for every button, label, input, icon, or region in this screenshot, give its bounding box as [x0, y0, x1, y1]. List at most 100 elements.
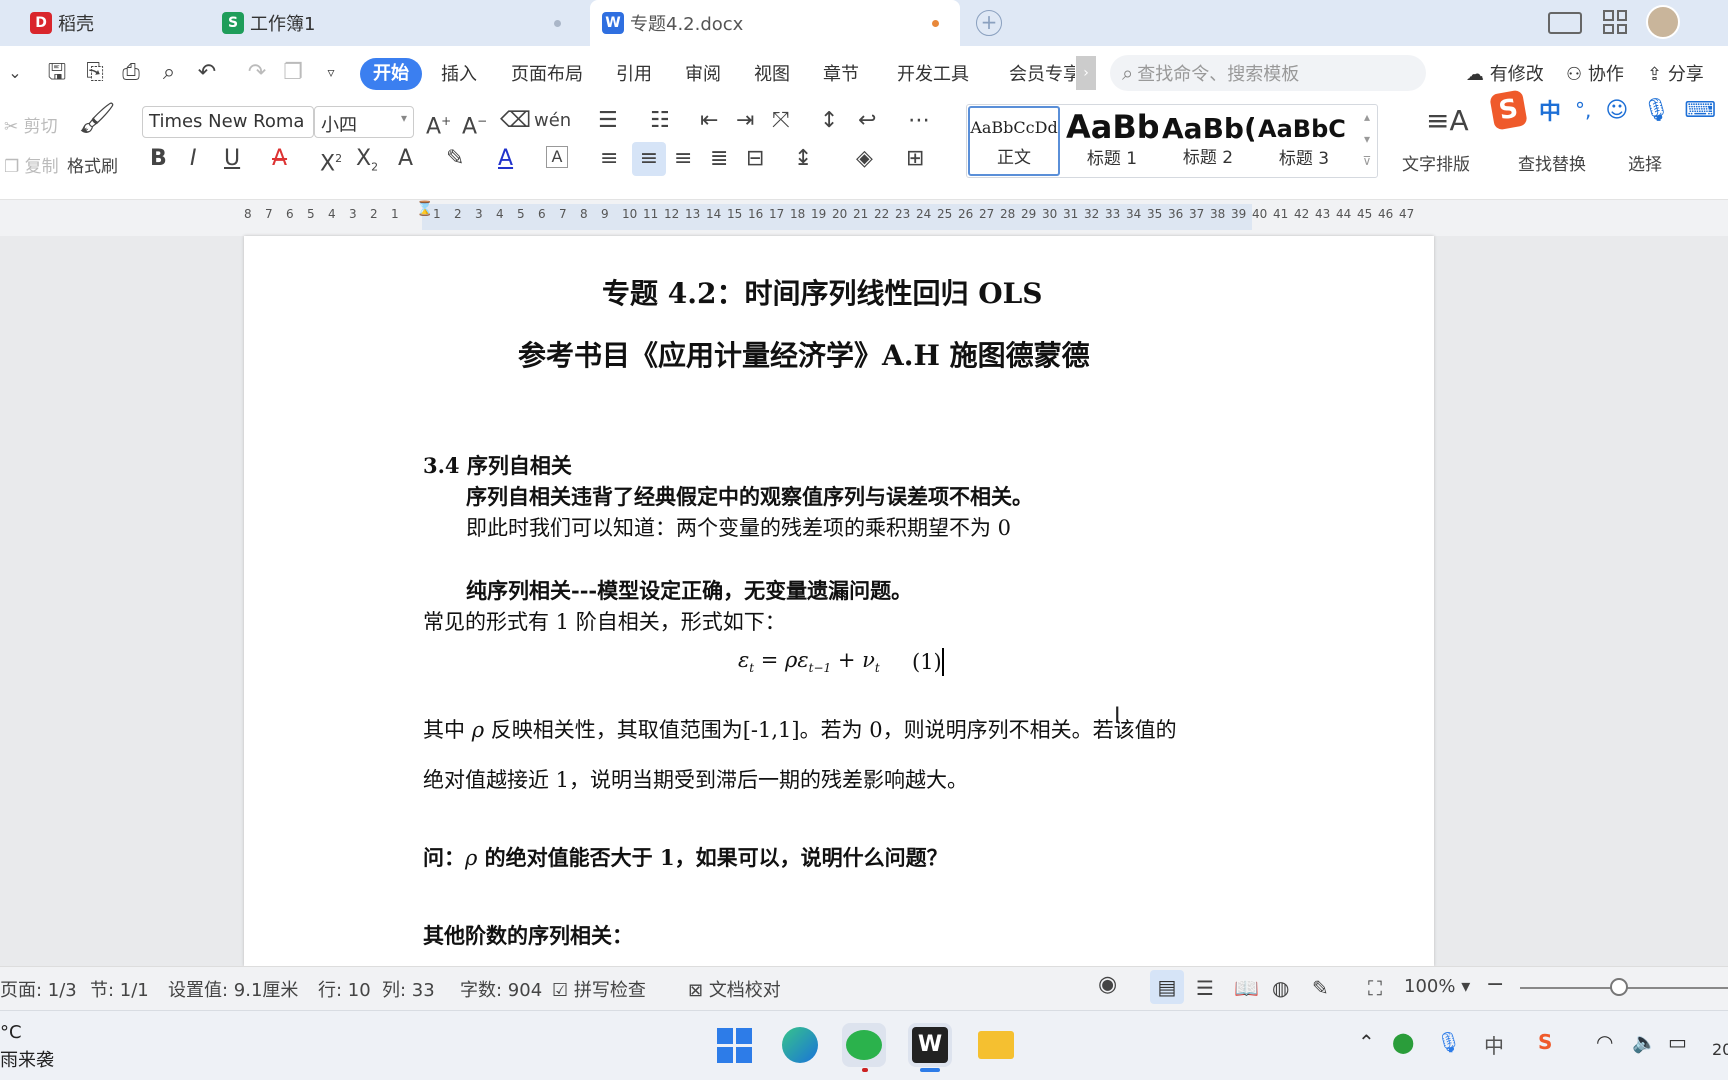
status-setting[interactable]: 设置值: 9.1厘米 [168, 976, 298, 1002]
menu-chapter[interactable]: 章节 [823, 60, 859, 86]
tray-app-icon[interactable]: ⬤ [1392, 1030, 1414, 1054]
format-painter-label[interactable]: 格式刷 [67, 152, 118, 177]
char-border-icon[interactable]: A [546, 146, 568, 168]
font-color-icon[interactable]: A [498, 146, 513, 172]
reading-view-icon[interactable]: 📖 [1234, 976, 1259, 1000]
menu-scroll-right[interactable]: › [1076, 56, 1096, 90]
status-col[interactable]: 列: 33 [382, 976, 435, 1002]
style-heading3[interactable]: AaBbC 标题 3 [1258, 106, 1350, 176]
tab-workbook[interactable]: S 工作簿1 [222, 0, 572, 46]
menu-review[interactable]: 审阅 [685, 60, 721, 86]
menu-home[interactable]: 开始 [360, 58, 422, 90]
styles-scroll[interactable]: ▴ ▾ ⊽ [1358, 106, 1376, 176]
status-words[interactable]: 字数: 904 [460, 976, 542, 1002]
microphone-icon[interactable]: 🎙 [1642, 98, 1670, 123]
text-layout-button[interactable]: 文字排版 [1402, 150, 1470, 175]
highlight-icon[interactable]: ✎ [446, 146, 464, 172]
weather-temp[interactable]: °C [0, 1022, 22, 1043]
page-view-icon[interactable]: ▤ [1150, 970, 1184, 1004]
shading-icon[interactable]: ◈ [856, 146, 873, 172]
new-tab-button[interactable]: + [976, 10, 1002, 36]
export-icon[interactable]: ⎘ [82, 60, 108, 86]
customize-icon[interactable]: ▿ [318, 60, 344, 86]
font-family-select[interactable]: Times New Roma [142, 106, 314, 138]
menu-references[interactable]: 引用 [616, 60, 652, 86]
apps-grid-icon[interactable] [1603, 10, 1627, 34]
zoom-slider-thumb[interactable] [1610, 978, 1628, 996]
copy-doc-icon[interactable]: ❐ [280, 60, 306, 86]
decrease-indent-icon[interactable]: ⇤ [700, 108, 718, 134]
justify-icon[interactable]: ≣ [710, 146, 728, 172]
eye-icon[interactable]: ◉ [1098, 972, 1117, 997]
clock[interactable]: 20 [1712, 1040, 1728, 1059]
italic-icon[interactable]: I [190, 146, 197, 172]
edge-icon[interactable] [778, 1023, 822, 1067]
wps-icon[interactable]: W [908, 1023, 952, 1067]
numbering-icon[interactable]: ☷ [650, 108, 670, 134]
indent-marker[interactable]: ⌛ [416, 202, 433, 232]
document-page[interactable]: 专题 4.2：时间序列线性回归 OLS 参考书目《应用计量经济学》A.H 施图德… [244, 236, 1434, 966]
wifi-icon[interactable]: ◠ [1596, 1030, 1613, 1054]
format-painter-icon[interactable]: 🖌 [78, 104, 116, 134]
redo-icon[interactable]: ↷ [244, 60, 270, 86]
undo-icon[interactable]: ↶ [194, 60, 220, 86]
find-replace-button[interactable]: 查找替换 [1518, 150, 1586, 175]
align-right-icon[interactable]: ≡ [674, 146, 692, 172]
style-normal[interactable]: AaBbCcDd 正文 [968, 106, 1060, 176]
proofread-button[interactable]: ⊠ 文档校对 [688, 976, 781, 1002]
collab-button[interactable]: ⚇ 协作 [1566, 60, 1624, 86]
bullets-icon[interactable]: ☰ [598, 108, 618, 134]
style-heading2[interactable]: AaBb( 标题 2 [1162, 106, 1254, 176]
file-explorer-icon[interactable] [974, 1023, 1018, 1067]
emoji-icon[interactable]: ☺ [1605, 98, 1628, 123]
layout-icon[interactable] [1548, 12, 1582, 34]
volume-icon[interactable]: 🔈 [1632, 1030, 1657, 1054]
avatar[interactable] [1646, 5, 1680, 39]
line-break-icon[interactable]: ↩ [858, 108, 876, 134]
write-view-icon[interactable]: ✎ [1312, 976, 1329, 1000]
microphone-icon[interactable]: 🎙 [1436, 1030, 1461, 1054]
zoom-level[interactable]: 100% ▾ [1404, 976, 1470, 997]
menu-member[interactable]: 会员专享 [1009, 60, 1075, 86]
share-button[interactable]: ⇪ 分享 [1647, 60, 1704, 86]
status-section[interactable]: 节: 1/1 [90, 976, 149, 1002]
line-spacing-icon[interactable]: ↨ [794, 146, 812, 172]
save-icon[interactable]: 🖫 [44, 60, 70, 86]
chevron-down-icon[interactable]: ⌄ [2, 60, 28, 86]
print-preview-icon[interactable]: ⌕ [156, 60, 182, 86]
battery-icon[interactable]: ▭ [1668, 1030, 1687, 1054]
fit-page-icon[interactable]: ⛶ [1368, 976, 1382, 1000]
weather-desc[interactable]: 雨来袭 [0, 1046, 54, 1072]
chevron-up-icon[interactable]: ⌃ [1358, 1030, 1375, 1054]
status-page[interactable]: 页面: 1/3 [0, 976, 77, 1002]
underline-icon[interactable]: U [224, 146, 240, 172]
increase-indent-icon[interactable]: ⇥ [736, 108, 754, 134]
bold-icon[interactable]: B [150, 146, 167, 172]
sogou-tray-icon[interactable]: S [1538, 1030, 1552, 1054]
borders-icon[interactable]: ⊞ [906, 146, 924, 172]
revision-button[interactable]: ☁ 有修改 [1466, 60, 1544, 86]
text-effect-icon[interactable]: A [398, 146, 413, 172]
ime-lang[interactable]: 中 [1539, 94, 1561, 126]
keyboard-icon[interactable]: ⌨ [1684, 98, 1716, 123]
pinyin-icon[interactable]: wén [534, 108, 571, 134]
menu-insert[interactable]: 插入 [441, 60, 477, 86]
style-heading1[interactable]: AaBb 标题 1 [1066, 106, 1158, 176]
sogou-logo-icon[interactable]: S [1489, 89, 1528, 131]
command-search[interactable]: ⌕ 查找命令、搜索模板 [1110, 55, 1426, 91]
start-icon[interactable] [712, 1023, 756, 1067]
cut-button[interactable]: ✂ 剪切 [4, 112, 58, 137]
distribute-icon[interactable]: ⊟ [746, 146, 764, 172]
clear-format-icon[interactable]: ⌫ [500, 108, 531, 134]
tray-lang[interactable]: 中 [1484, 1030, 1504, 1059]
superscript-icon[interactable]: X2 [320, 146, 342, 177]
subscript-icon[interactable]: X2 [356, 146, 378, 180]
tab-daoke[interactable]: D 稻壳 [30, 0, 200, 46]
show-marks-icon[interactable]: ⋯ [908, 108, 930, 134]
web-view-icon[interactable]: ◍ [1272, 976, 1289, 1000]
outline-view-icon[interactable]: ☰ [1196, 976, 1214, 1000]
ime-punct[interactable]: °, [1575, 98, 1591, 122]
align-center-icon[interactable]: ≡ [632, 142, 666, 176]
align-left-icon[interactable]: ≡ [600, 146, 618, 172]
status-row[interactable]: 行: 10 [318, 976, 371, 1002]
